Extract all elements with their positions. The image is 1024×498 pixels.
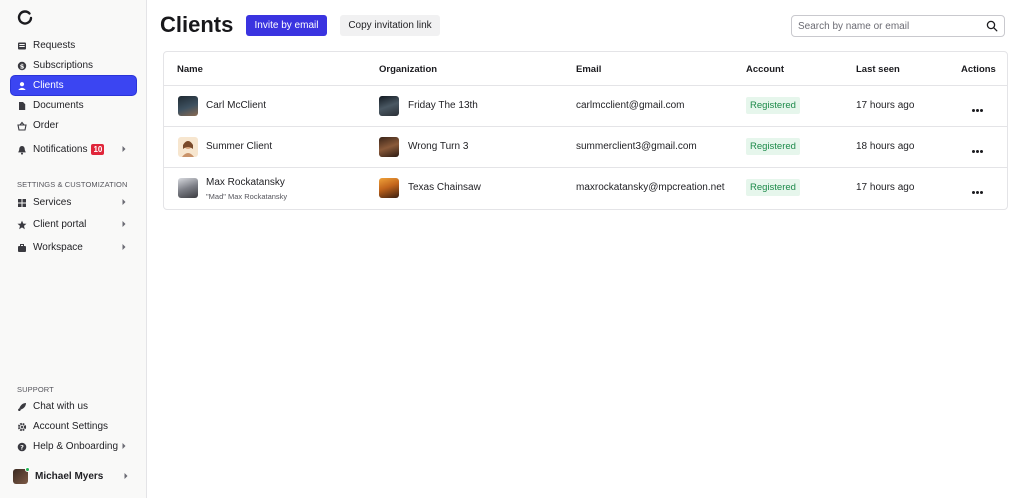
bell-icon [17, 145, 27, 155]
column-header-account[interactable]: Account [746, 64, 784, 75]
table-row[interactable]: Max Rockatansky "Mad" Max Rockatansky Te… [164, 167, 1007, 208]
chevron-right-icon [122, 443, 126, 449]
online-status-dot [25, 466, 30, 472]
nav-label: Account Settings [33, 421, 109, 432]
client-name[interactable]: Summer Client [206, 141, 272, 152]
nav-label: Help & Onboarding [33, 441, 119, 452]
status-badge: Registered [746, 179, 800, 196]
user-icon [17, 81, 27, 91]
support-section-label: SUPPORT [17, 385, 54, 394]
column-header-name[interactable]: Name [177, 64, 203, 75]
settings-section-label: SETTINGS & CUSTOMIZATION [17, 180, 128, 189]
chevron-right-icon [124, 473, 128, 479]
column-header-last-seen[interactable]: Last seen [856, 64, 900, 75]
basket-icon [17, 121, 27, 131]
client-avatar [178, 137, 198, 157]
client-avatar [178, 96, 198, 116]
user-menu[interactable]: Michael Myers [13, 466, 138, 485]
page-title: Clients [160, 12, 234, 37]
clients-table: Name Organization Email Account Last see… [163, 51, 1008, 210]
nav-label: Order [33, 120, 59, 131]
nav-item-subscriptions[interactable]: $ Subscriptions [11, 56, 136, 75]
nav-item-order[interactable]: Order [11, 116, 136, 135]
last-seen: 17 hours ago [856, 100, 915, 111]
user-name: Michael Myers [35, 470, 104, 482]
client-subtitle: "Mad" Max Rockatansky [206, 192, 288, 201]
nav-label: Client portal [33, 219, 87, 230]
organization-name: Wrong Turn 3 [408, 141, 469, 152]
rocket-icon [17, 402, 27, 412]
nav-item-services[interactable]: Services [11, 193, 136, 212]
briefcase-icon [17, 243, 27, 253]
grid-icon [17, 198, 27, 208]
client-avatar [178, 178, 198, 198]
nav-item-documents[interactable]: Documents [11, 96, 136, 115]
nav-label: Chat with us [33, 401, 89, 412]
column-header-organization[interactable]: Organization [379, 64, 437, 75]
avatar [13, 466, 30, 484]
more-actions-icon[interactable] [972, 186, 984, 194]
nav-item-clients[interactable]: Clients [11, 76, 136, 95]
gear-icon [17, 422, 27, 432]
search-input[interactable] [792, 16, 977, 36]
chevron-right-icon [122, 146, 126, 152]
column-header-actions: Actions [961, 64, 996, 75]
copy-invitation-link-button[interactable]: Copy invitation link [340, 15, 440, 36]
nav-item-help[interactable]: ? Help & Onboarding [11, 437, 136, 456]
nav-label: Subscriptions [33, 60, 94, 71]
table-row[interactable]: Carl McClient Friday The 13th carlmcclie… [164, 85, 1007, 126]
star-icon [17, 220, 27, 230]
sidebar: Requests $ Subscriptions Clients Documen… [0, 0, 147, 498]
nav-item-requests[interactable]: Requests [11, 36, 136, 55]
nav-item-client-portal[interactable]: Client portal [11, 215, 136, 234]
svg-text:?: ? [20, 443, 24, 451]
chevron-right-icon [122, 244, 126, 250]
organization-avatar [379, 96, 399, 116]
inbox-icon [17, 41, 27, 51]
logo-icon[interactable] [17, 10, 33, 26]
client-email: carlmcclient@gmail.com [576, 100, 685, 111]
client-email: maxrockatansky@mpcreation.net [576, 182, 725, 193]
nav-label: Workspace [33, 242, 83, 253]
search-icon[interactable] [986, 20, 998, 32]
more-actions-icon[interactable] [972, 104, 984, 112]
organization-avatar [379, 178, 399, 198]
organization-name: Texas Chainsaw [408, 182, 481, 193]
nav-label: Notifications [33, 144, 88, 155]
nav-item-chat[interactable]: Chat with us [11, 397, 136, 416]
search-box [791, 15, 1005, 37]
client-name[interactable]: Max Rockatansky [206, 177, 285, 188]
table-row[interactable]: Summer Client Wrong Turn 3 summerclient3… [164, 126, 1007, 167]
status-badge: Registered [746, 97, 800, 114]
last-seen: 17 hours ago [856, 182, 915, 193]
client-name[interactable]: Carl McClient [206, 100, 266, 111]
nav-label: Services [33, 197, 72, 208]
more-actions-icon[interactable] [972, 145, 984, 153]
nav-item-workspace[interactable]: Workspace [11, 238, 136, 257]
nav-label: Clients [33, 80, 64, 91]
organization-avatar [379, 137, 399, 157]
status-badge: Registered [746, 138, 800, 155]
last-seen: 18 hours ago [856, 141, 915, 152]
invite-by-email-button[interactable]: Invite by email [246, 15, 327, 36]
chevron-right-icon [122, 221, 126, 227]
nav-item-notifications[interactable]: Notifications 10 [11, 140, 136, 159]
help-icon: ? [17, 442, 27, 452]
notification-count-badge: 10 [91, 144, 105, 155]
nav-label: Requests [33, 40, 76, 51]
nav-item-account-settings[interactable]: Account Settings [11, 417, 136, 436]
svg-text:$: $ [20, 62, 25, 70]
client-email: summerclient3@gmail.com [576, 141, 697, 152]
column-header-email[interactable]: Email [576, 64, 601, 75]
chevron-right-icon [122, 199, 126, 205]
nav-label: Documents [33, 100, 84, 111]
organization-name: Friday The 13th [408, 100, 478, 111]
document-icon [17, 101, 27, 111]
dollar-icon: $ [17, 61, 27, 71]
